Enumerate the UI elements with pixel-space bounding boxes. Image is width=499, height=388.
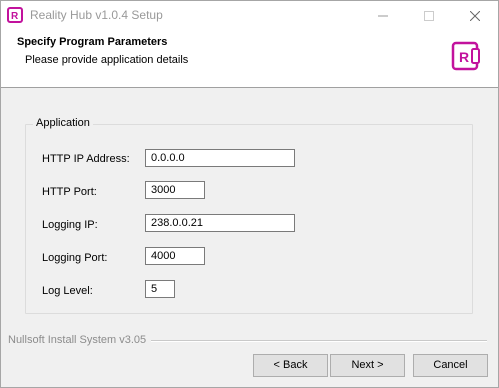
- close-button[interactable]: [452, 1, 498, 30]
- page-header: Specify Program Parameters Please provid…: [1, 30, 498, 88]
- maximize-icon: [424, 10, 434, 21]
- cancel-button[interactable]: Cancel: [413, 354, 488, 377]
- nsis-branding: Nullsoft Install System v3.05: [8, 334, 147, 346]
- svg-text:R: R: [11, 11, 19, 22]
- group-label: Application: [33, 117, 93, 129]
- minimize-icon: [378, 15, 388, 16]
- http-ip-label: HTTP IP Address:: [42, 153, 130, 165]
- http-port-label: HTTP Port:: [42, 186, 97, 198]
- page-title: Specify Program Parameters: [17, 36, 168, 48]
- footer-divider: [151, 340, 487, 342]
- logging-port-label: Logging Port:: [42, 252, 108, 264]
- close-icon: [470, 10, 480, 21]
- window-title: Reality Hub v1.0.4 Setup: [30, 8, 163, 22]
- http-port-input[interactable]: [145, 181, 205, 199]
- page-subtitle: Please provide application details: [25, 54, 189, 66]
- maximize-button[interactable]: [406, 1, 452, 30]
- installer-window: R Reality Hub v1.0.4 Setup Specify Progr…: [0, 0, 499, 388]
- logging-ip-input[interactable]: [145, 214, 295, 232]
- log-level-label: Log Level:: [42, 285, 93, 297]
- title-bar: R Reality Hub v1.0.4 Setup: [1, 1, 498, 30]
- reality-logo-icon: R: [451, 41, 480, 71]
- app-icon: R: [7, 7, 23, 23]
- log-level-input[interactable]: [145, 280, 175, 298]
- svg-text:R: R: [459, 49, 469, 65]
- next-button[interactable]: Next >: [330, 354, 405, 377]
- back-button[interactable]: < Back: [253, 354, 328, 377]
- logging-ip-label: Logging IP:: [42, 219, 98, 231]
- logging-port-input[interactable]: [145, 247, 205, 265]
- http-ip-input[interactable]: [145, 149, 295, 167]
- minimize-button[interactable]: [360, 1, 406, 30]
